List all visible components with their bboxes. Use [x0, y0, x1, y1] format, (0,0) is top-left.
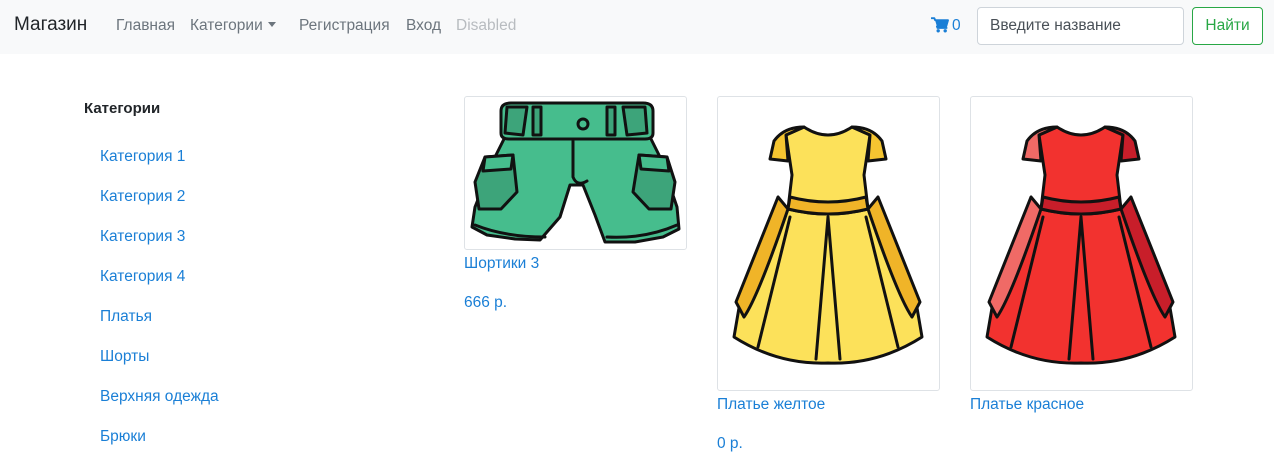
cart-count: 0 — [952, 17, 961, 34]
sidebar-item-outerwear[interactable]: Верхняя одежда — [100, 388, 219, 406]
sidebar-item-category-2[interactable]: Категория 2 — [100, 188, 185, 206]
cart-link[interactable]: 0 — [930, 17, 961, 35]
product-name-shorts[interactable]: Шортики 3 — [464, 255, 539, 273]
brand-logo[interactable]: Магазин — [14, 14, 87, 36]
sidebar-title: Категории — [84, 100, 161, 117]
nav-register[interactable]: Регистрация — [299, 17, 390, 35]
product-name-red-dress[interactable]: Платье красное — [970, 396, 1084, 414]
sidebar-item-category-1[interactable]: Категория 1 — [100, 148, 185, 166]
search-input[interactable] — [977, 7, 1184, 45]
product-price-yellow-dress: 0 р. — [717, 435, 743, 452]
nav-categories-label: Категории — [190, 17, 263, 34]
nav-home[interactable]: Главная — [116, 17, 175, 35]
navbar: Магазин Главная Категории Регистрация Вх… — [0, 0, 1274, 54]
chevron-down-icon — [267, 22, 276, 27]
product-image-red-dress[interactable] — [970, 96, 1193, 391]
product-image-shorts[interactable] — [464, 96, 687, 250]
sidebar-item-category-4[interactable]: Категория 4 — [100, 268, 185, 286]
nav-disabled: Disabled — [456, 17, 517, 34]
product-price-shorts: 666 р. — [464, 294, 508, 311]
sidebar-item-shorts[interactable]: Шорты — [100, 348, 149, 366]
product-name-yellow-dress[interactable]: Платье желтое — [717, 396, 825, 414]
nav-login[interactable]: Вход — [406, 17, 441, 35]
product-image-yellow-dress[interactable] — [717, 96, 940, 391]
search-button[interactable]: Найти — [1192, 7, 1263, 45]
sidebar-item-trousers[interactable]: Брюки — [100, 428, 146, 446]
sidebar-item-category-3[interactable]: Категория 3 — [100, 228, 185, 246]
sidebar-item-dresses[interactable]: Платья — [100, 308, 152, 326]
shopping-cart-icon — [930, 17, 949, 33]
nav-categories-dropdown[interactable]: Категории — [190, 17, 276, 35]
